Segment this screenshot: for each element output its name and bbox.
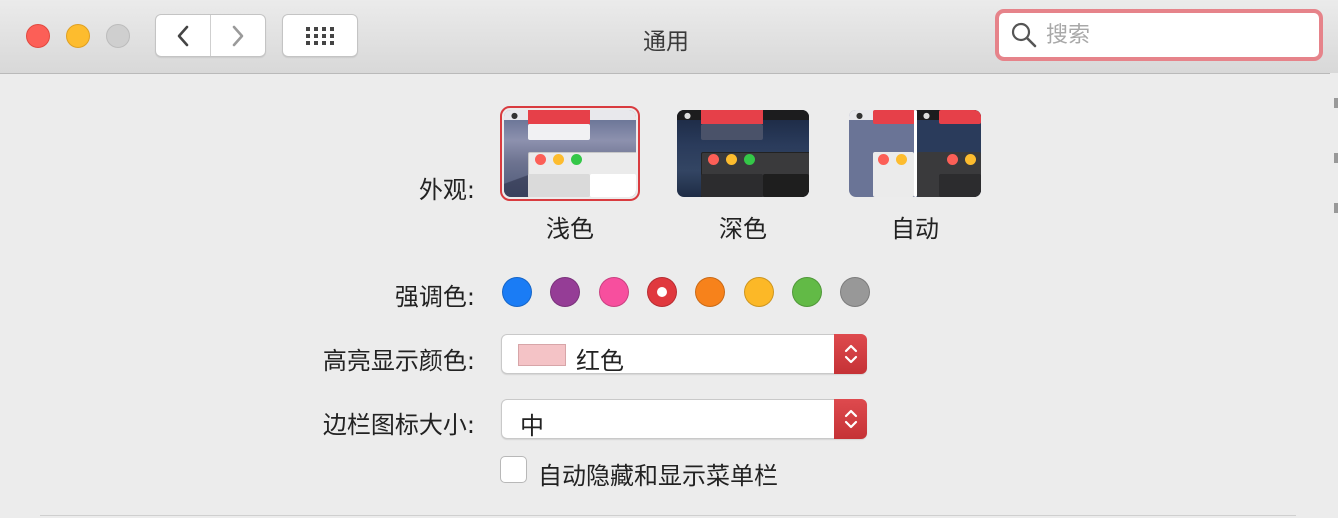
popup-stepper[interactable] [834, 334, 867, 374]
accent-color-label: 强调色: [394, 283, 475, 311]
search-icon [1011, 22, 1037, 48]
highlight-color-popup[interactable]: 红色 [501, 334, 867, 375]
appearance-option-label: 自动 [891, 215, 939, 243]
close-button[interactable] [26, 24, 50, 48]
appearance-label: 外观: [418, 176, 475, 204]
auto-thumbnail[interactable]: ● ● [845, 106, 985, 201]
highlight-color-label: 高亮显示颜色: [322, 347, 475, 375]
accent-color-purple[interactable] [550, 277, 581, 307]
highlight-color-value: 红色 [576, 347, 624, 375]
accent-color-blue[interactable] [502, 277, 532, 307]
title-bar: 通用 [0, 0, 1338, 74]
window-title: 通用 [643, 29, 689, 55]
forward-button[interactable] [210, 15, 265, 56]
zoom-button[interactable] [106, 24, 130, 48]
window-edge [1330, 73, 1338, 518]
sidebar-icon-size-value: 中 [520, 412, 544, 440]
appearance-option-light[interactable]: ● 浅色 [500, 106, 640, 243]
popup-stepper[interactable] [834, 399, 867, 439]
accent-color-graphite[interactable] [840, 277, 871, 307]
accent-color-orange[interactable] [695, 277, 726, 307]
grid-icon [306, 26, 334, 45]
show-all-button[interactable] [282, 14, 358, 57]
auto-hide-menubar-label[interactable]: 自动隐藏和显示菜单栏 [538, 456, 778, 491]
accent-color-pink[interactable] [598, 277, 629, 307]
light-thumbnail[interactable]: ● [500, 106, 640, 201]
chevron-left-icon [177, 25, 189, 46]
appearance-option-auto[interactable]: ● ● 自动 [845, 106, 985, 243]
highlight-color-swatch [518, 344, 566, 366]
appearance-option-label: 深色 [719, 215, 767, 243]
back-button[interactable] [156, 15, 210, 56]
section-divider [40, 515, 1296, 516]
sidebar-icon-size-popup[interactable]: 中 [501, 399, 867, 440]
search-field[interactable] [995, 9, 1323, 61]
chevron-right-icon [232, 25, 244, 46]
search-input[interactable] [1044, 21, 1298, 49]
accent-color-green[interactable] [791, 277, 822, 307]
sidebar-icon-size-label: 边栏图标大小: [322, 411, 475, 439]
minimize-button[interactable] [66, 24, 90, 48]
auto-hide-menubar-checkbox[interactable] [500, 456, 527, 483]
dark-thumbnail[interactable]: ● [673, 106, 813, 201]
accent-color-yellow[interactable] [743, 277, 774, 307]
up-down-chevron-icon [844, 409, 857, 429]
up-down-chevron-icon [844, 344, 857, 364]
accent-color-red[interactable] [646, 277, 677, 307]
appearance-option-label: 浅色 [546, 215, 594, 243]
appearance-option-dark[interactable]: ● 深色 [673, 106, 813, 243]
navigation-buttons [155, 14, 266, 57]
